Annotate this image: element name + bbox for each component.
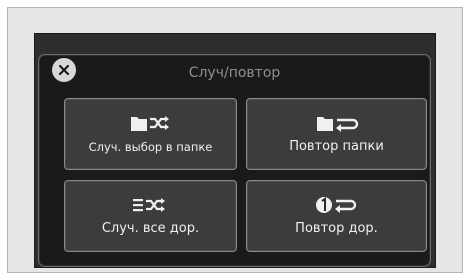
tile-label: Случ. выбор в папке [88, 140, 213, 154]
shuffle-all-tracks-button[interactable]: Случ. все дор. [64, 180, 237, 252]
repeat-one-icon [315, 197, 356, 213]
folder-repeat-icon [316, 117, 358, 132]
folder-shuffle-icon [130, 116, 169, 131]
tile-label: Случ. все дор. [101, 221, 200, 236]
shuffle-all-icon [132, 198, 165, 212]
tile-label: Повтор дор. [295, 221, 378, 236]
repeat-folder-button[interactable]: Повтор папки [246, 98, 427, 170]
tile-label: Повтор папки [289, 139, 384, 154]
shuffle-in-folder-button[interactable]: Случ. выбор в папке [64, 98, 237, 170]
repeat-track-button[interactable]: Повтор дор. [246, 180, 427, 252]
dialog-title: Случ/повтор [188, 65, 281, 81]
